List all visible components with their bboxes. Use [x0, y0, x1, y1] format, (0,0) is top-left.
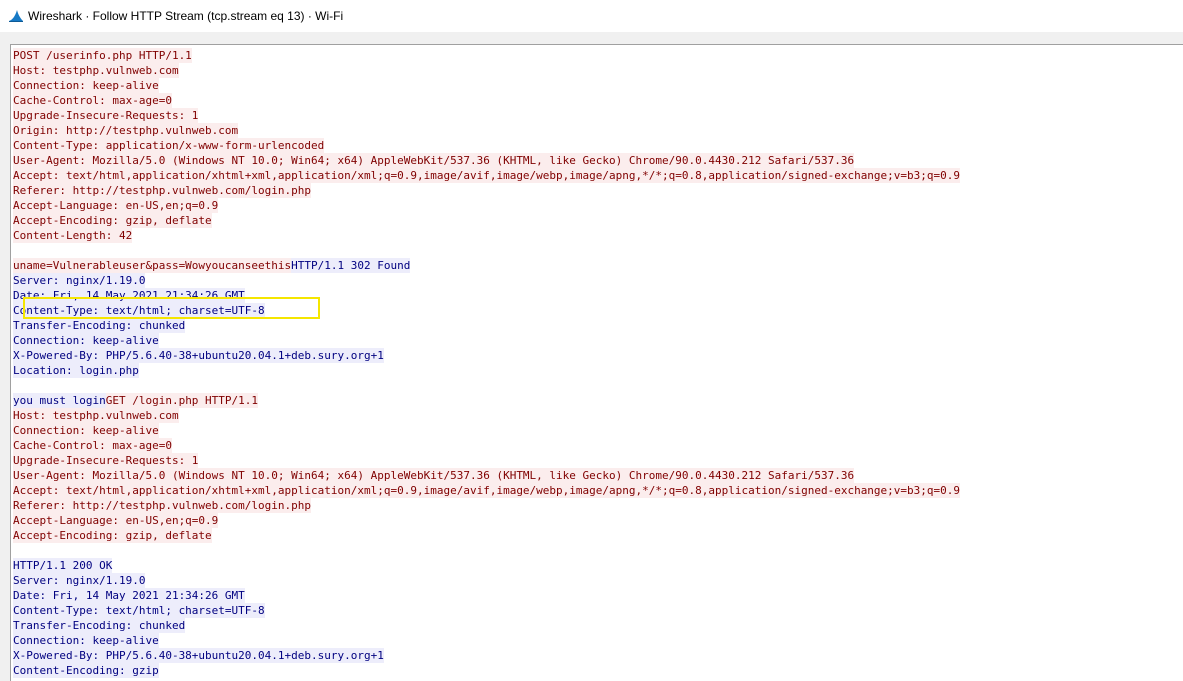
- stream-line: User-Agent: Mozilla/5.0 (Windows NT 10.0…: [13, 468, 960, 483]
- server-text-segment: Content-Encoding: gzip: [13, 663, 159, 678]
- stream-line: Upgrade-Insecure-Requests: 1: [13, 108, 960, 123]
- client-text-segment: Cache-Control: max-age=0: [13, 93, 172, 108]
- stream-line: Server: nginx/1.19.0: [13, 273, 960, 288]
- window-title: Wireshark · Follow HTTP Stream (tcp.stre…: [28, 9, 344, 23]
- client-text-segment: Accept-Language: en-US,en;q=0.9: [13, 513, 219, 528]
- server-text-segment: HTTP/1.1 302 Found: [291, 258, 411, 273]
- server-text-segment: Content-Type: text/html; charset=UTF-8: [13, 603, 265, 618]
- stream-line: Content-Type: text/html; charset=UTF-8: [13, 303, 960, 318]
- stream-line: Date: Fri, 14 May 2021 21:34:26 GMT: [13, 288, 960, 303]
- client-text-segment: Accept: text/html,application/xhtml+xml,…: [13, 168, 961, 183]
- client-text-segment: Origin: http://testphp.vulnweb.com: [13, 123, 239, 138]
- stream-line: Content-Type: text/html; charset=UTF-8: [13, 603, 960, 618]
- stream-line: Accept-Language: en-US,en;q=0.9: [13, 513, 960, 528]
- stream-line: HTTP/1.1 200 OK: [13, 558, 960, 573]
- stream-line: Connection: keep-alive: [13, 78, 960, 93]
- client-text-segment: Accept: text/html,application/xhtml+xml,…: [13, 483, 961, 498]
- server-text-segment: Server: nginx/1.19.0: [13, 273, 146, 288]
- stream-blank-line: [13, 243, 960, 258]
- server-text-segment: X-Powered-By: PHP/5.6.40-38+ubuntu20.04.…: [13, 648, 384, 663]
- client-text-segment: Upgrade-Insecure-Requests: 1: [13, 108, 199, 123]
- stream-line: X-Powered-By: PHP/5.6.40-38+ubuntu20.04.…: [13, 648, 960, 663]
- stream-line: Upgrade-Insecure-Requests: 1: [13, 453, 960, 468]
- client-text-segment: User-Agent: Mozilla/5.0 (Windows NT 10.0…: [13, 468, 855, 483]
- server-text-segment: Date: Fri, 14 May 2021 21:34:26 GMT: [13, 288, 245, 303]
- stream-line: Origin: http://testphp.vulnweb.com: [13, 123, 960, 138]
- server-text-segment: Content-Type: text/html; charset=UTF-8: [13, 303, 265, 318]
- client-text-segment: Content-Length: 42: [13, 228, 133, 243]
- client-text-segment: Referer: http://testphp.vulnweb.com/logi…: [13, 183, 312, 198]
- stream-line: X-Powered-By: PHP/5.6.40-38+ubuntu20.04.…: [13, 348, 960, 363]
- stream-line: Cache-Control: max-age=0: [13, 438, 960, 453]
- server-text-segment: X-Powered-By: PHP/5.6.40-38+ubuntu20.04.…: [13, 348, 384, 363]
- stream-content-pane[interactable]: POST /userinfo.php HTTP/1.1 Host: testphp…: [10, 44, 1183, 681]
- server-text-segment: Date: Fri, 14 May 2021 21:34:26 GMT: [13, 588, 245, 603]
- server-text-segment: HTTP/1.1 200 OK: [13, 558, 113, 573]
- client-text-segment: Content-Type: application/x-www-form-url…: [13, 138, 325, 153]
- client-text-segment: Upgrade-Insecure-Requests: 1: [13, 453, 199, 468]
- client-text-segment: GET /login.php HTTP/1.1: [105, 393, 259, 408]
- client-text-segment: Referer: http://testphp.vulnweb.com/logi…: [13, 498, 312, 513]
- stream-line: Referer: http://testphp.vulnweb.com/logi…: [13, 183, 960, 198]
- client-text-segment: POST /userinfo.php HTTP/1.1: [13, 48, 192, 63]
- client-text-segment: Connection: keep-alive: [13, 78, 159, 93]
- stream-line: Connection: keep-alive: [13, 423, 960, 438]
- server-text-segment: Transfer-Encoding: chunked: [13, 618, 186, 633]
- stream-line: Accept: text/html,application/xhtml+xml,…: [13, 483, 961, 498]
- client-text-segment: Host: testphp.vulnweb.com: [13, 63, 179, 78]
- server-text-segment: Server: nginx/1.19.0: [13, 573, 146, 588]
- stream-line: Transfer-Encoding: chunked: [13, 618, 960, 633]
- stream-line: Connection: keep-alive: [13, 633, 960, 648]
- stream-line: Content-Encoding: gzip: [13, 663, 960, 678]
- stream-blank-line: [13, 543, 960, 558]
- client-text-segment: Accept-Encoding: gzip, deflate: [13, 528, 212, 543]
- stream-line: User-Agent: Mozilla/5.0 (Windows NT 10.0…: [13, 153, 960, 168]
- stream-line: Accept: text/html,application/xhtml+xml,…: [13, 168, 961, 183]
- wireshark-fin-icon: [8, 8, 24, 24]
- stream-line: Accept-Encoding: gzip, deflate: [13, 528, 960, 543]
- stream-line: Cache-Control: max-age=0: [13, 93, 960, 108]
- follow-stream-window: Wireshark · Follow HTTP Stream (tcp.stre…: [0, 0, 1183, 681]
- stream-line: Accept-Encoding: gzip, deflate: [13, 213, 960, 228]
- server-text-segment: Location: login.php: [13, 363, 139, 378]
- stream-line: Content-Type: application/x-www-form-url…: [13, 138, 960, 153]
- stream-line: Host: testphp.vulnweb.com: [13, 63, 960, 78]
- client-text-segment: Connection: keep-alive: [13, 423, 159, 438]
- server-text-segment: Connection: keep-alive: [13, 633, 159, 648]
- stream-line: Location: login.php: [13, 363, 960, 378]
- stream-line: Content-Length: 42: [13, 228, 960, 243]
- window-chrome-strip: [0, 32, 1183, 44]
- stream-line: POST /userinfo.php HTTP/1.1: [13, 48, 960, 63]
- stream-line: Server: nginx/1.19.0: [13, 573, 960, 588]
- stream-line: Host: testphp.vulnweb.com: [13, 408, 960, 423]
- client-text-segment: Cache-Control: max-age=0: [13, 438, 172, 453]
- client-text-segment: Accept-Language: en-US,en;q=0.9: [13, 198, 219, 213]
- stream-text[interactable]: POST /userinfo.php HTTP/1.1 Host: testphp…: [13, 48, 961, 678]
- client-text-segment: uname=Vulnerableuser&pass=Wowyoucanseeth…: [13, 258, 292, 273]
- stream-blank-line: [13, 378, 960, 393]
- stream-line: Date: Fri, 14 May 2021 21:34:26 GMT: [13, 588, 960, 603]
- stream-line: you must loginGET /login.php HTTP/1.1: [13, 393, 960, 408]
- server-text-segment: you must login: [13, 393, 106, 408]
- server-text-segment: Connection: keep-alive: [13, 333, 159, 348]
- stream-line: Accept-Language: en-US,en;q=0.9: [13, 198, 960, 213]
- stream-line: Referer: http://testphp.vulnweb.com/logi…: [13, 498, 960, 513]
- server-text-segment: Transfer-Encoding: chunked: [13, 318, 186, 333]
- stream-line: uname=Vulnerableuser&pass=Wowyoucanseeth…: [13, 258, 960, 273]
- title-bar[interactable]: Wireshark · Follow HTTP Stream (tcp.stre…: [0, 0, 1183, 32]
- stream-line: Transfer-Encoding: chunked: [13, 318, 960, 333]
- client-text-segment: Host: testphp.vulnweb.com: [13, 408, 179, 423]
- stream-line: Connection: keep-alive: [13, 333, 960, 348]
- client-text-segment: Accept-Encoding: gzip, deflate: [13, 213, 212, 228]
- client-text-segment: User-Agent: Mozilla/5.0 (Windows NT 10.0…: [13, 153, 855, 168]
